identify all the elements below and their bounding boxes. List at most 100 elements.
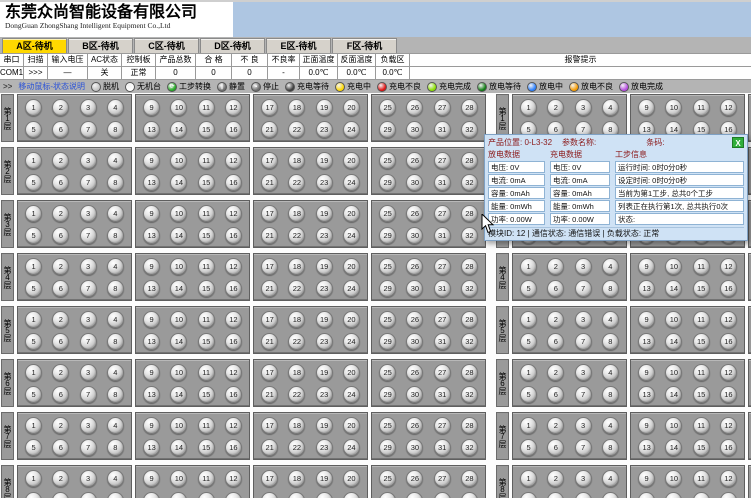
cell-circle[interactable]: 12 [720, 470, 737, 487]
cell-circle[interactable]: 3 [575, 258, 592, 275]
cell-circle[interactable]: 30 [406, 439, 423, 456]
cell-circle[interactable]: 7 [80, 121, 97, 138]
cell-circle[interactable]: 11 [198, 364, 215, 381]
cell-circle[interactable]: 26 [406, 470, 423, 487]
tab-zone-4[interactable]: E区-待机 [266, 38, 331, 53]
cell-circle[interactable]: 11 [693, 99, 710, 116]
cell-circle[interactable]: 23 [316, 121, 333, 138]
cell-circle[interactable]: 11 [198, 258, 215, 275]
cell-circle[interactable]: 13 [143, 439, 160, 456]
cell-circle[interactable]: 15 [693, 386, 710, 403]
cell-circle[interactable]: 12 [225, 470, 242, 487]
cell-circle[interactable]: 10 [665, 470, 682, 487]
cell-circle[interactable]: 9 [143, 311, 160, 328]
cell-circle[interactable]: 6 [547, 280, 564, 297]
cell-circle[interactable]: 3 [575, 99, 592, 116]
cell-circle[interactable]: 28 [461, 311, 478, 328]
cell-circle[interactable]: 5 [520, 386, 537, 403]
cell-circle[interactable]: 17 [261, 364, 278, 381]
cell-circle[interactable]: 3 [80, 470, 97, 487]
cell-circle[interactable]: 21 [261, 386, 278, 403]
cell-circle[interactable]: 5 [25, 333, 42, 350]
cell-circle[interactable]: 7 [80, 333, 97, 350]
cell-circle[interactable]: 25 [379, 152, 396, 169]
cell-circle[interactable]: 4 [107, 311, 124, 328]
cell-circle[interactable]: 28 [461, 205, 478, 222]
cell-circle[interactable]: 32 [461, 121, 478, 138]
cell-circle[interactable]: 15 [693, 333, 710, 350]
cell-circle[interactable]: 18 [288, 99, 305, 116]
cell-circle[interactable]: 10 [170, 152, 187, 169]
cell-circle[interactable]: 30 [406, 227, 423, 244]
cell-circle[interactable]: 13 [638, 492, 655, 498]
cell-circle[interactable]: 1 [25, 311, 42, 328]
cell-circle[interactable]: 11 [198, 152, 215, 169]
cell-circle[interactable]: 13 [143, 227, 160, 244]
cell-circle[interactable]: 10 [665, 99, 682, 116]
cell-circle[interactable]: 6 [547, 439, 564, 456]
cell-circle[interactable]: 14 [170, 280, 187, 297]
cell-circle[interactable]: 1 [520, 99, 537, 116]
cell-circle[interactable]: 31 [434, 280, 451, 297]
cell-circle[interactable]: 11 [198, 99, 215, 116]
cell-circle[interactable]: 22 [288, 333, 305, 350]
cell-circle[interactable]: 7 [80, 439, 97, 456]
cell-circle[interactable]: 20 [343, 258, 360, 275]
cell-circle[interactable]: 19 [316, 258, 333, 275]
cell-circle[interactable]: 1 [25, 258, 42, 275]
cell-circle[interactable]: 27 [434, 99, 451, 116]
cell-circle[interactable]: 27 [434, 417, 451, 434]
cell-circle[interactable]: 29 [379, 492, 396, 498]
cell-circle[interactable]: 8 [107, 121, 124, 138]
cell-circle[interactable]: 32 [461, 174, 478, 191]
cell-circle[interactable]: 24 [343, 333, 360, 350]
cell-circle[interactable]: 31 [434, 227, 451, 244]
cell-circle[interactable]: 14 [665, 492, 682, 498]
cell-circle[interactable]: 27 [434, 311, 451, 328]
cell-circle[interactable]: 21 [261, 333, 278, 350]
cell-circle[interactable]: 24 [343, 227, 360, 244]
cell-circle[interactable]: 22 [288, 174, 305, 191]
cell-circle[interactable]: 6 [52, 386, 69, 403]
cell-circle[interactable]: 2 [52, 205, 69, 222]
cell-circle[interactable]: 1 [520, 311, 537, 328]
cell-circle[interactable]: 25 [379, 258, 396, 275]
cell-circle[interactable]: 31 [434, 174, 451, 191]
cell-circle[interactable]: 24 [343, 439, 360, 456]
cell-circle[interactable]: 5 [25, 280, 42, 297]
cell-circle[interactable]: 19 [316, 311, 333, 328]
cell-circle[interactable]: 25 [379, 417, 396, 434]
cell-circle[interactable]: 14 [170, 439, 187, 456]
cell-circle[interactable]: 7 [575, 333, 592, 350]
cell-circle[interactable]: 31 [434, 121, 451, 138]
cell-circle[interactable]: 28 [461, 470, 478, 487]
cell-circle[interactable]: 10 [170, 205, 187, 222]
cell-circle[interactable]: 5 [520, 492, 537, 498]
cell-circle[interactable]: 14 [170, 333, 187, 350]
cell-circle[interactable]: 18 [288, 152, 305, 169]
cell-circle[interactable]: 7 [80, 174, 97, 191]
cell-circle[interactable]: 11 [198, 311, 215, 328]
cell-circle[interactable]: 18 [288, 205, 305, 222]
cell-circle[interactable]: 31 [434, 333, 451, 350]
cell-circle[interactable]: 22 [288, 121, 305, 138]
cell-circle[interactable]: 16 [225, 227, 242, 244]
cell-circle[interactable]: 21 [261, 280, 278, 297]
cell-circle[interactable]: 6 [547, 492, 564, 498]
cell-circle[interactable]: 29 [379, 439, 396, 456]
cell-circle[interactable]: 28 [461, 417, 478, 434]
cell-circle[interactable]: 25 [379, 205, 396, 222]
cell-circle[interactable]: 14 [170, 174, 187, 191]
cell-circle[interactable]: 3 [575, 417, 592, 434]
cell-circle[interactable]: 1 [25, 417, 42, 434]
cell-circle[interactable]: 22 [288, 227, 305, 244]
cell-circle[interactable]: 29 [379, 227, 396, 244]
cell-circle[interactable]: 6 [52, 121, 69, 138]
cell-circle[interactable]: 15 [198, 333, 215, 350]
cell-circle[interactable]: 10 [170, 364, 187, 381]
cell-circle[interactable]: 18 [288, 258, 305, 275]
cell-circle[interactable]: 13 [638, 333, 655, 350]
cell-circle[interactable]: 16 [720, 280, 737, 297]
cell-circle[interactable]: 9 [638, 364, 655, 381]
cell-circle[interactable]: 7 [80, 492, 97, 498]
